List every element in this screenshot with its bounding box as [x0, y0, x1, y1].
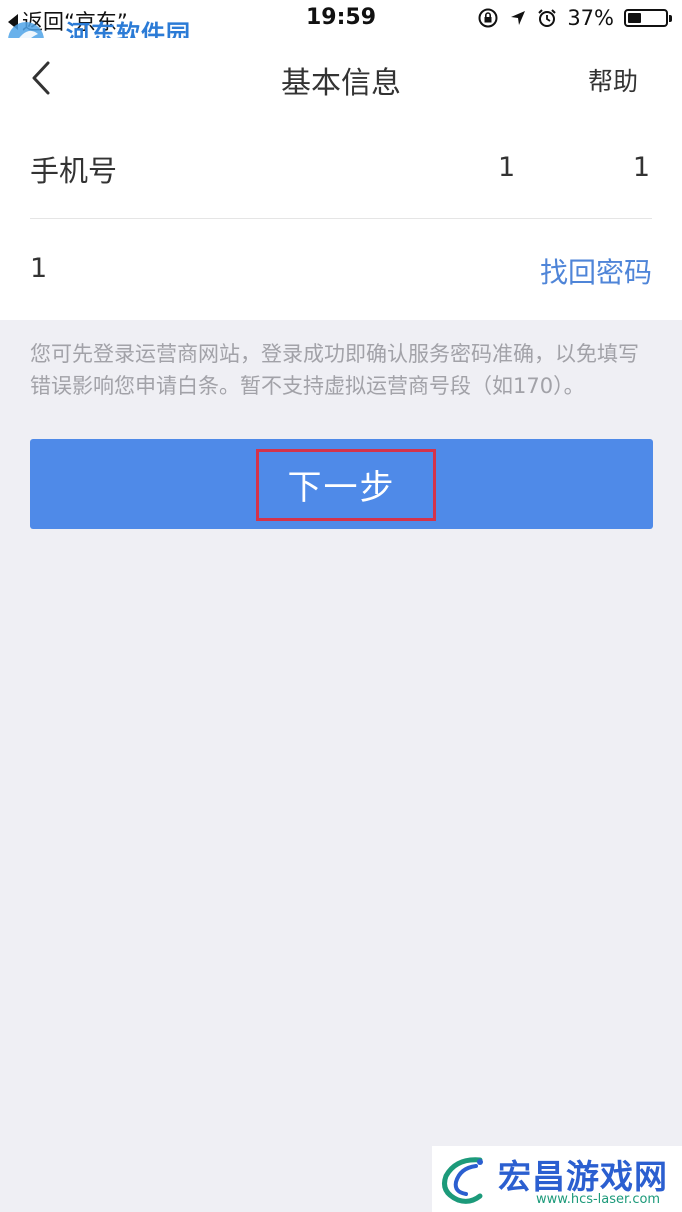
nav-bar: 基本信息 帮助	[0, 38, 682, 118]
status-icons: 37%	[477, 6, 672, 30]
phone-row[interactable]: 手机号 1 1	[30, 118, 652, 219]
password-row[interactable]: 1 找回密码	[30, 219, 652, 319]
status-bar: 返回“京东” 19:59 37%	[0, 0, 682, 38]
page-title: 基本信息	[281, 66, 401, 101]
phone-value-part-1[interactable]: 1	[498, 152, 515, 183]
next-step-label: 下一步	[287, 467, 396, 508]
battery-percent: 37%	[567, 6, 614, 30]
next-step-button[interactable]: 下一步	[30, 439, 653, 529]
watermark-bottom: 宏昌游戏网 www.hcs-laser.com	[432, 1146, 682, 1212]
watermark-bottom-url: www.hcs-laser.com	[536, 1192, 661, 1207]
watermark-bottom-title: 宏昌游戏网	[498, 1157, 668, 1196]
phone-value-part-2[interactable]: 1	[633, 152, 650, 183]
dragon-logo-icon	[442, 1157, 483, 1204]
alarm-icon	[538, 9, 557, 27]
battery-fill	[628, 13, 641, 23]
location-icon	[511, 11, 526, 25]
forgot-password-link[interactable]: 找回密码	[540, 251, 652, 291]
service-password-input[interactable]: 1	[30, 253, 47, 284]
rotation-lock-icon	[478, 8, 498, 28]
hint-text: 您可先登录运营商网站，登录成功即确认服务密码准确，以免填写错误影响您申请白条。暂…	[30, 342, 639, 398]
basic-info-form: 手机号 1 1 1 找回密码	[0, 118, 682, 320]
battery-icon	[624, 9, 672, 27]
help-button[interactable]: 帮助	[588, 62, 638, 98]
phone-label: 手机号	[30, 154, 118, 188]
